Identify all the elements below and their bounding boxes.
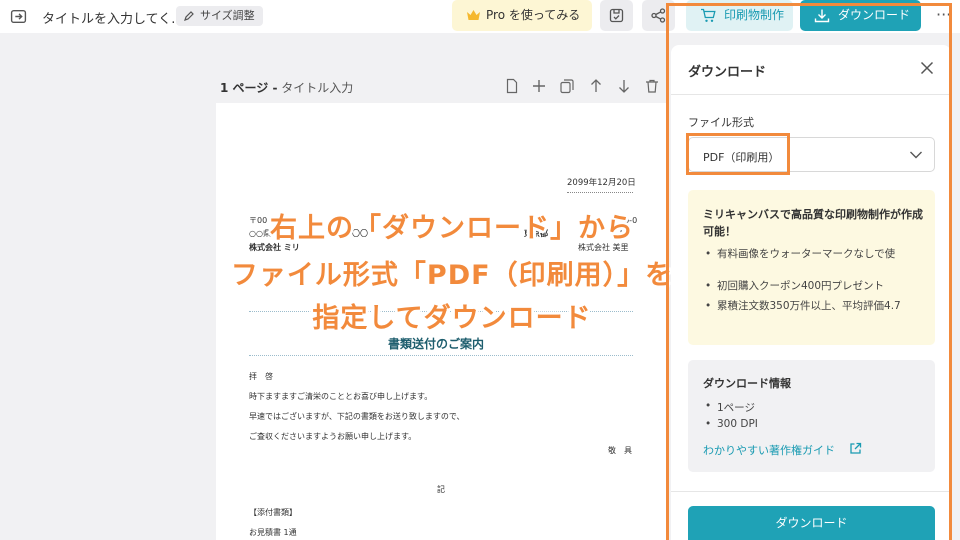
page-title-input[interactable]: タイトル入力 bbox=[281, 81, 353, 95]
trash-icon[interactable] bbox=[644, 78, 660, 94]
doc-date: 2099年12月20日 bbox=[567, 176, 636, 193]
doc-closing: 敬 具 bbox=[608, 446, 632, 455]
doc-attachment-1: お見積書 1通 bbox=[249, 528, 297, 537]
page-number: 1 ページ - bbox=[220, 81, 278, 95]
try-pro-label: Pro を使ってみる bbox=[486, 8, 581, 22]
doc-attachments-header: 【添付書類】 bbox=[249, 508, 297, 517]
panel-highlight-frame bbox=[666, 3, 952, 540]
exit-icon[interactable] bbox=[10, 8, 27, 25]
document-title[interactable]: タイトルを入力してく... bbox=[42, 8, 184, 27]
doc-heading-underline bbox=[249, 355, 633, 356]
doc-body-line2: 早速ではございますが、下記の書類をお送り致しますので、 bbox=[249, 412, 465, 421]
crown-icon bbox=[467, 10, 480, 20]
page-label: 1 ページ - タイトル入力 bbox=[220, 79, 353, 96]
doc-body-line1: 時下ますますご清栄のこととお喜び申し上げます。 bbox=[249, 392, 433, 401]
doc-greeting: 拝 啓 bbox=[249, 372, 273, 381]
arrow-down-icon[interactable] bbox=[616, 78, 632, 94]
save-button[interactable] bbox=[600, 0, 633, 31]
doc-heading: 書類送付のご案内 bbox=[388, 337, 485, 351]
resize-button[interactable]: サイズ調整 bbox=[176, 6, 263, 26]
duplicate-icon[interactable] bbox=[559, 78, 575, 94]
share-icon bbox=[651, 8, 666, 23]
save-icon bbox=[609, 8, 624, 23]
doc-body-line3: ご査収くださいますようお願い申し上げます。 bbox=[249, 432, 417, 441]
add-page-icon[interactable] bbox=[504, 78, 520, 94]
arrow-up-icon[interactable] bbox=[588, 78, 604, 94]
doc-ki: 記 bbox=[437, 485, 445, 494]
plus-icon[interactable] bbox=[531, 78, 547, 94]
pencil-icon bbox=[184, 11, 194, 21]
resize-label: サイズ調整 bbox=[200, 9, 255, 22]
try-pro-button[interactable]: Pro を使ってみる bbox=[452, 0, 592, 31]
